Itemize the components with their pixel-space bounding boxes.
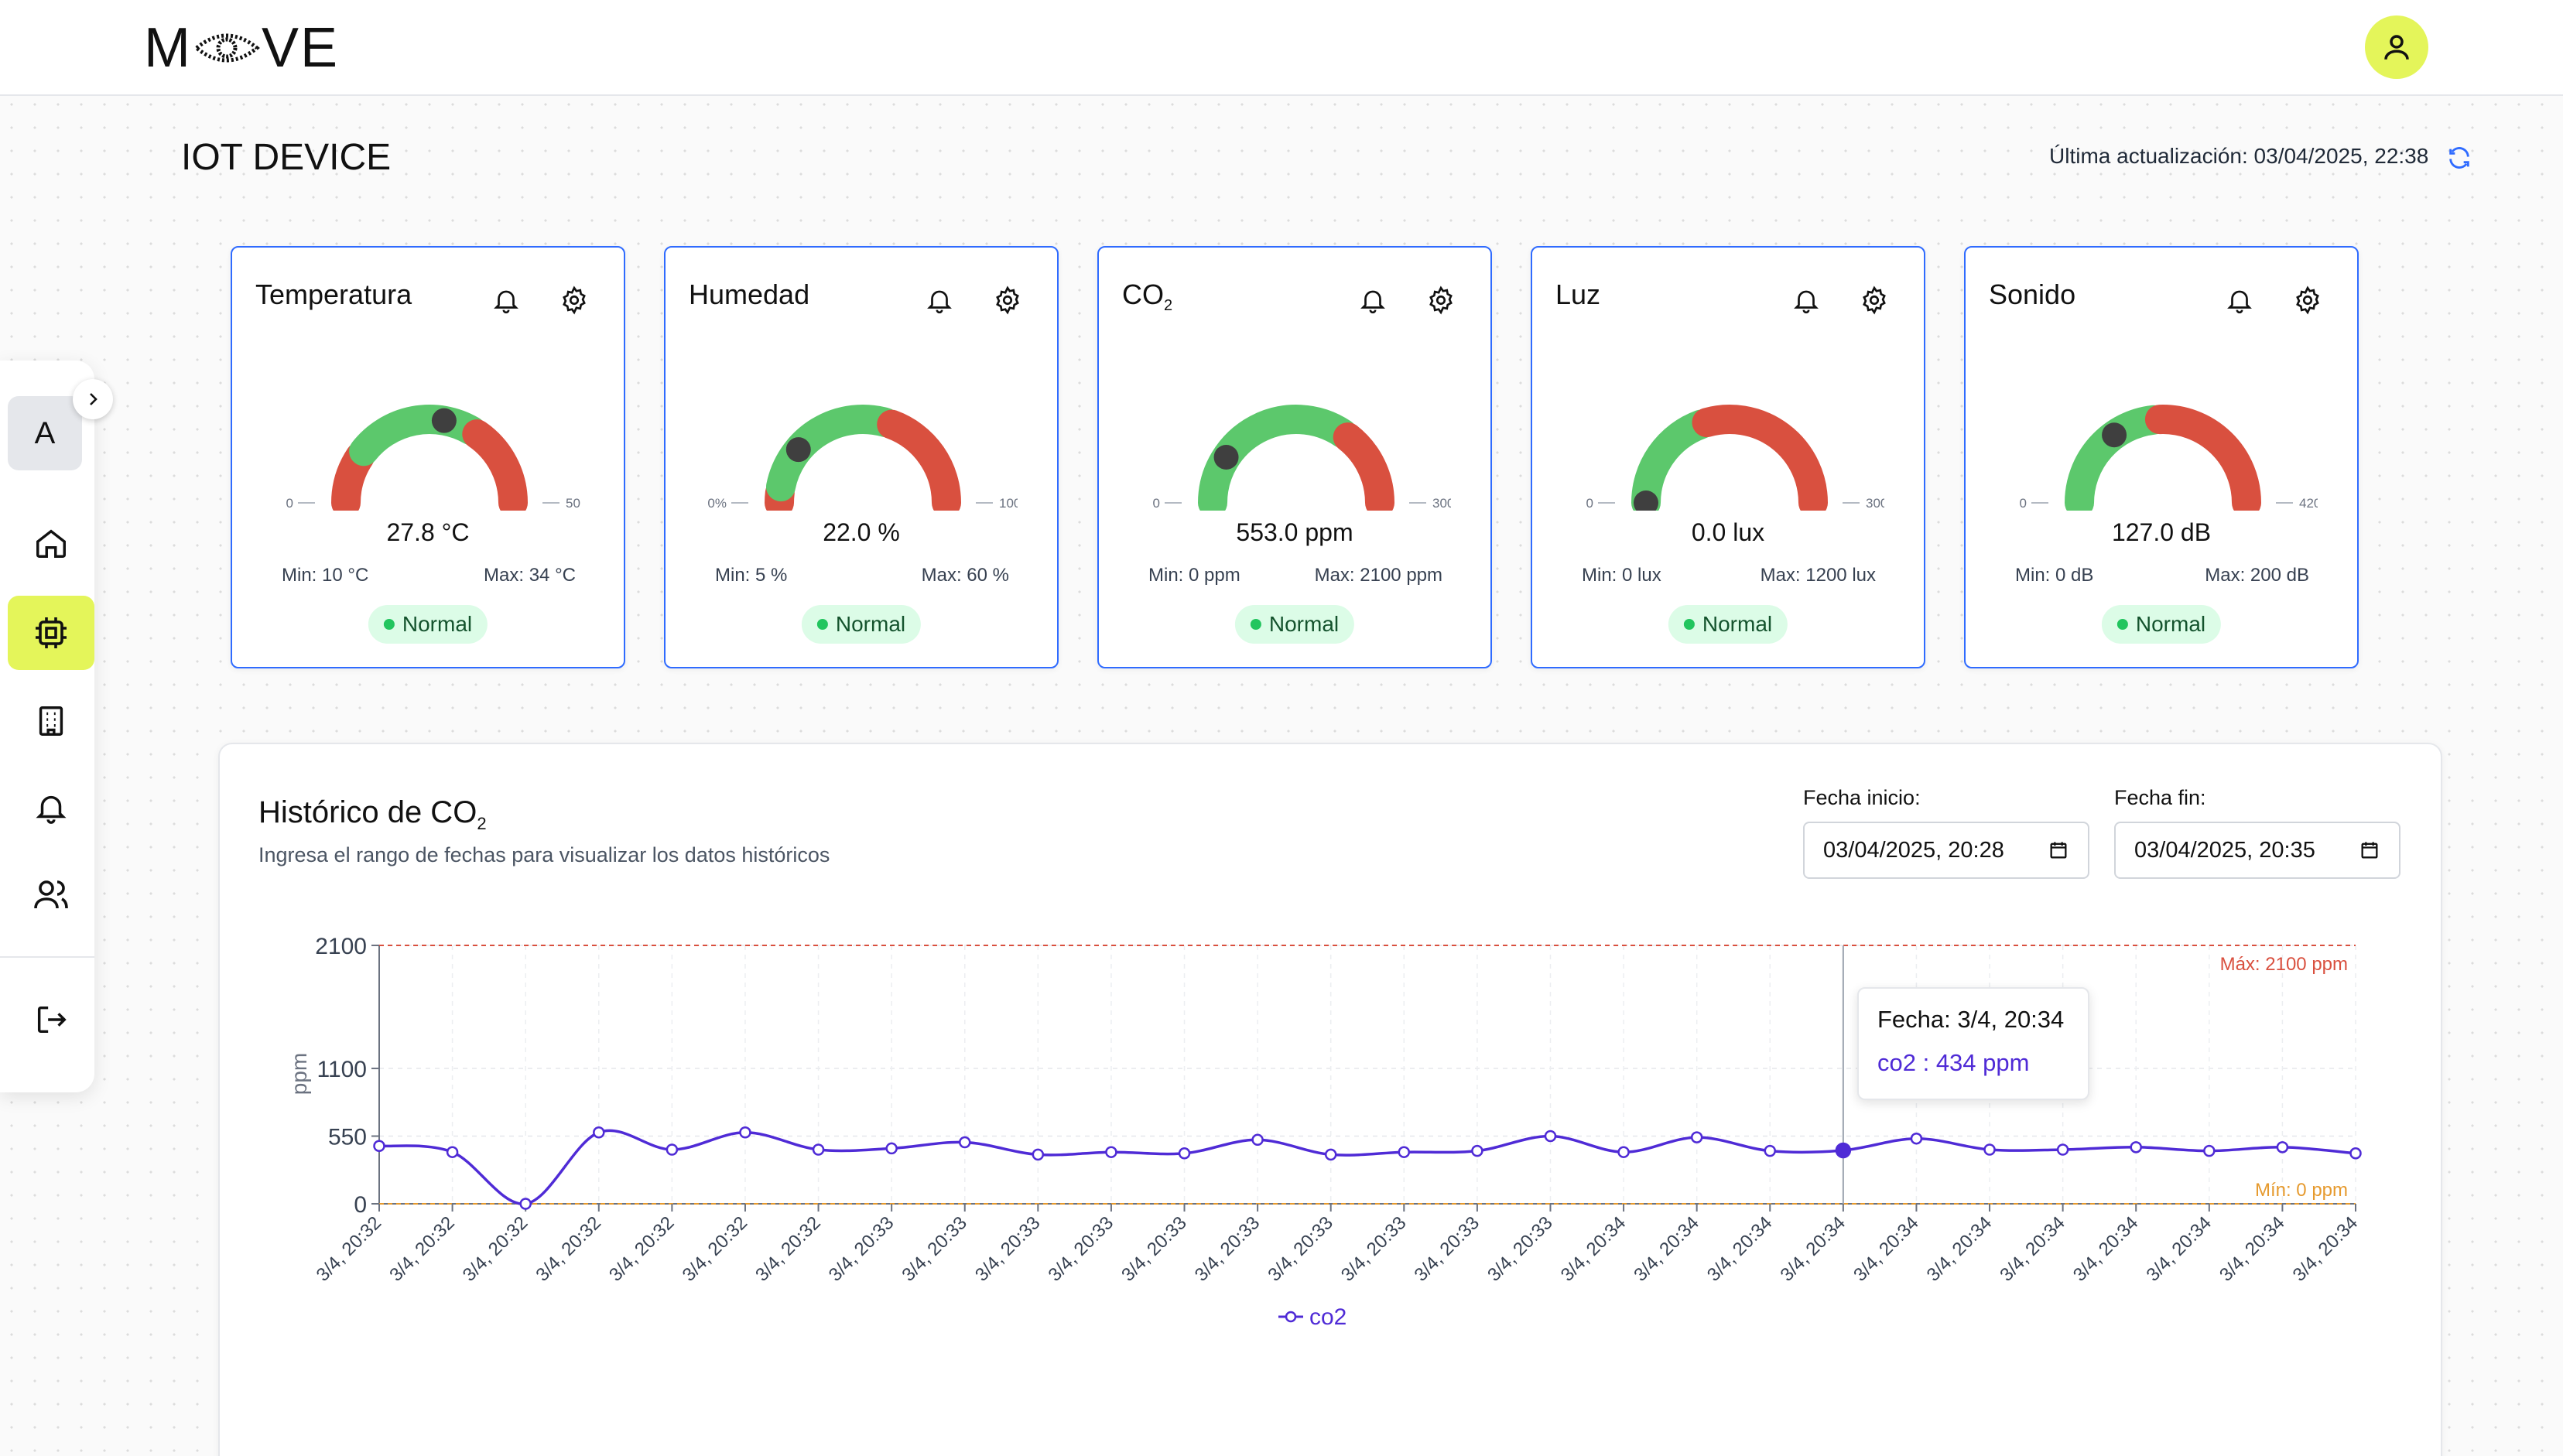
x-tick-label: 3/4, 20:34 xyxy=(2216,1212,2289,1286)
x-tick-label: 3/4, 20:33 xyxy=(1191,1212,1264,1286)
data-point xyxy=(666,1143,679,1156)
data-point xyxy=(2276,1141,2289,1154)
x-tick-label: 3/4, 20:34 xyxy=(1996,1212,2069,1286)
data-point xyxy=(1251,1133,1264,1147)
y-axis-label: ppm xyxy=(287,1053,311,1095)
data-point xyxy=(1764,1144,1777,1157)
data-point xyxy=(1690,1131,1703,1143)
data-point xyxy=(1324,1148,1337,1161)
tooltip-title: Fecha: 3/4, 20:34 xyxy=(1877,1006,2065,1033)
y-tick-label: 550 xyxy=(328,1125,367,1150)
x-tick-label: 3/4, 20:34 xyxy=(1923,1212,1997,1286)
data-point xyxy=(1544,1130,1557,1143)
x-tick-label: 3/4, 20:34 xyxy=(2069,1212,2143,1286)
legend-marker xyxy=(1285,1311,1297,1323)
data-point xyxy=(373,1140,385,1152)
x-tick-label: 3/4, 20:32 xyxy=(751,1212,825,1286)
min-reference-label: Mín: 0 ppm xyxy=(2255,1180,2348,1201)
data-point xyxy=(1617,1146,1630,1158)
data-point xyxy=(446,1146,459,1158)
x-tick-label: 3/4, 20:33 xyxy=(1483,1212,1557,1286)
x-tick-label: 3/4, 20:33 xyxy=(1264,1212,1337,1286)
y-tick-label: 2100 xyxy=(315,934,367,959)
chart-tooltip: Fecha: 3/4, 20:34 co2 : 434 ppm xyxy=(1857,987,2089,1100)
x-tick-label: 3/4, 20:33 xyxy=(1411,1212,1484,1286)
x-tick-label: 3/4, 20:33 xyxy=(1337,1212,1411,1286)
data-point xyxy=(519,1198,532,1210)
legend-label: co2 xyxy=(1309,1304,1347,1330)
data-point xyxy=(1178,1147,1191,1160)
x-tick-label: 3/4, 20:33 xyxy=(898,1212,971,1286)
co2-history-chart: 0 550 1100 2100 ppm Máx: 2100 ppm Mín: 0 ppm 3/… xyxy=(287,934,2363,1330)
data-point xyxy=(1835,1142,1852,1159)
x-tick-label: 3/4, 20:34 xyxy=(1850,1212,1923,1286)
x-tick-label: 3/4, 20:33 xyxy=(1045,1212,1118,1286)
data-point xyxy=(958,1136,971,1149)
x-tick-label: 3/4, 20:32 xyxy=(313,1212,386,1286)
tooltip-value: co2 : 434 ppm xyxy=(1877,1049,2030,1076)
data-point xyxy=(1910,1132,1923,1145)
x-tick-label: 3/4, 20:34 xyxy=(1703,1212,1777,1286)
x-tick-label: 3/4, 20:34 xyxy=(1557,1212,1631,1286)
data-point xyxy=(2203,1144,2216,1157)
data-point xyxy=(2056,1143,2069,1156)
x-tick-label: 3/4, 20:32 xyxy=(679,1212,752,1286)
data-point xyxy=(593,1126,605,1139)
data-point xyxy=(1983,1143,1996,1156)
data-point xyxy=(1398,1146,1411,1158)
x-tick-label: 3/4, 20:33 xyxy=(971,1212,1045,1286)
data-point xyxy=(1105,1146,1117,1158)
x-tick-label: 3/4, 20:32 xyxy=(385,1212,459,1286)
data-point xyxy=(1471,1144,1483,1157)
x-tick-label: 3/4, 20:32 xyxy=(605,1212,679,1286)
x-tick-label: 3/4, 20:33 xyxy=(1117,1212,1191,1286)
y-tick-label: 0 xyxy=(354,1192,367,1218)
max-reference-label: Máx: 2100 ppm xyxy=(2220,954,2348,975)
data-point xyxy=(885,1142,898,1155)
x-tick-label: 3/4, 20:33 xyxy=(825,1212,898,1286)
data-point xyxy=(812,1143,825,1156)
y-tick-label: 1100 xyxy=(317,1057,367,1082)
x-tick-label: 3/4, 20:32 xyxy=(532,1212,605,1286)
series-line-co2 xyxy=(378,1129,2356,1205)
x-tick-label: 3/4, 20:34 xyxy=(1630,1212,1703,1286)
data-point xyxy=(2349,1147,2362,1160)
data-point xyxy=(2130,1141,2142,1154)
data-point xyxy=(739,1126,751,1139)
x-tick-label: 3/4, 20:34 xyxy=(1777,1212,1850,1286)
x-tick-label: 3/4, 20:32 xyxy=(459,1212,532,1286)
data-point xyxy=(1032,1148,1045,1161)
x-tick-label: 3/4, 20:34 xyxy=(2142,1212,2216,1286)
x-tick-label: 3/4, 20:34 xyxy=(2289,1212,2363,1286)
